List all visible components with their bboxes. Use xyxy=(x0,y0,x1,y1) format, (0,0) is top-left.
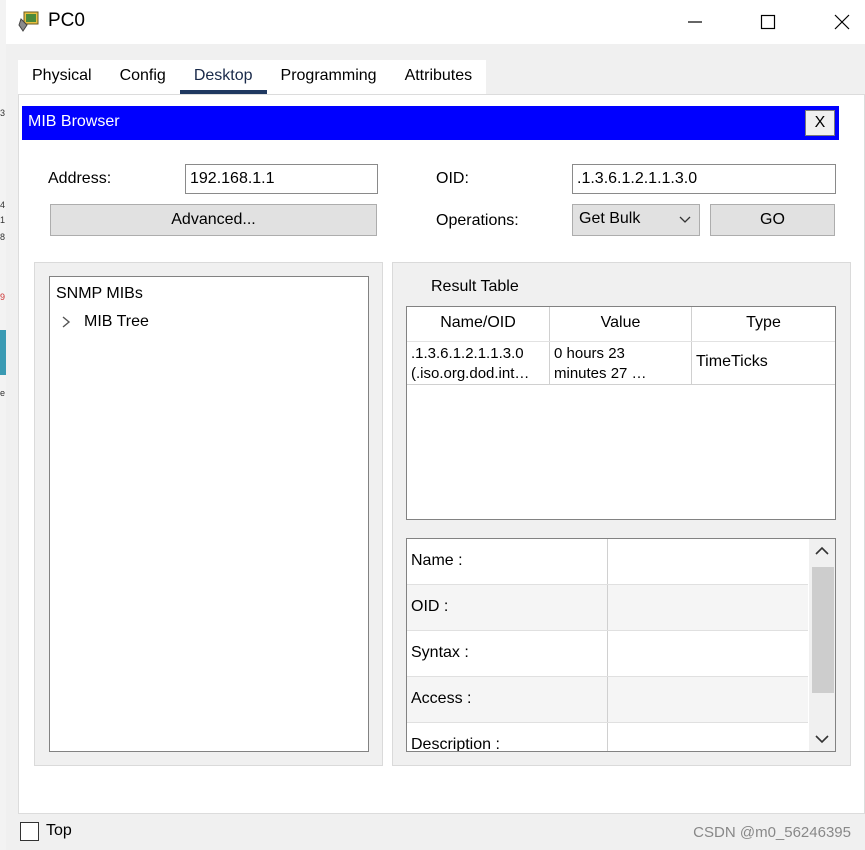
column-header-type[interactable]: Type xyxy=(692,307,835,341)
column-header-value[interactable]: Value xyxy=(550,307,692,341)
mib-browser-title: MIB Browser xyxy=(28,113,120,130)
tab-attributes[interactable]: Attributes xyxy=(391,60,487,94)
top-checkbox-label: Top xyxy=(46,822,72,839)
oid-input[interactable]: .1.3.6.1.2.1.1.3.0 xyxy=(572,164,836,194)
packet-tracer-pc-icon xyxy=(18,11,39,32)
result-table-header: Name/OID Value Type xyxy=(407,307,835,341)
title-bar: PC0 xyxy=(6,0,865,44)
close-icon xyxy=(834,14,850,30)
detail-row-name: Name : xyxy=(407,539,808,585)
window-title: PC0 xyxy=(48,10,85,31)
row-oid: .1.3.6.1.2.1.1.3.0 xyxy=(411,345,524,362)
oid-label: OID: xyxy=(436,170,469,187)
table-row[interactable]: .1.3.6.1.2.1.1.3.0 (.iso.org.dod.int… 0 … xyxy=(407,341,835,385)
detail-row-access: Access : xyxy=(407,677,808,723)
advanced-button[interactable]: Advanced... xyxy=(50,204,377,236)
device-window-content: Physical Config Desktop Programming Attr… xyxy=(6,44,865,850)
oid-details-table[interactable]: Name : OID : Syntax : Access : Descripti… xyxy=(406,538,836,752)
row-value: 0 hours 23 xyxy=(554,345,625,362)
scrollbar-thumb[interactable] xyxy=(812,567,834,693)
details-scrollbar[interactable] xyxy=(809,539,835,751)
detail-row-oid: OID : xyxy=(407,585,808,631)
go-button[interactable]: GO xyxy=(710,204,835,236)
row-type: TimeTicks xyxy=(696,353,768,370)
operations-select[interactable]: Get Bulk xyxy=(572,204,700,236)
chevron-right-icon[interactable] xyxy=(60,315,72,329)
maximize-button[interactable] xyxy=(745,4,791,40)
address-label: Address: xyxy=(48,170,112,187)
mib-tree-view[interactable]: SNMP MIBs MIB Tree xyxy=(49,276,369,752)
tab-physical[interactable]: Physical xyxy=(18,60,106,94)
maximize-icon xyxy=(760,14,776,30)
minimize-button[interactable] xyxy=(672,4,718,40)
tab-desktop[interactable]: Desktop xyxy=(179,60,267,94)
address-input[interactable]: 192.168.1.1 xyxy=(185,164,378,194)
mib-browser-header: MIB Browser X xyxy=(22,106,839,140)
detail-row-syntax: Syntax : xyxy=(407,631,808,677)
operations-selected-value: Get Bulk xyxy=(579,210,641,227)
row-value-cont: minutes 27 … xyxy=(554,365,647,382)
watermark: CSDN @m0_56246395 xyxy=(693,824,851,841)
scroll-up-icon[interactable] xyxy=(815,545,829,557)
result-table: Name/OID Value Type .1.3.6.1.2.1.1.3.0 (… xyxy=(406,306,836,520)
tab-programming[interactable]: Programming xyxy=(267,60,391,94)
scroll-down-icon[interactable] xyxy=(815,733,829,745)
tab-config[interactable]: Config xyxy=(106,60,180,94)
detail-row-description: Description : xyxy=(407,723,808,751)
top-checkbox[interactable] xyxy=(20,822,39,841)
result-table-label: Result Table xyxy=(431,278,519,295)
row-oid-name: (.iso.org.dod.int… xyxy=(411,365,530,382)
minimize-icon xyxy=(688,21,702,23)
operations-label: Operations: xyxy=(436,212,519,229)
chevron-down-icon xyxy=(679,216,691,223)
mib-browser-close-button[interactable]: X xyxy=(805,110,835,136)
tree-root-snmp-mibs[interactable]: SNMP MIBs xyxy=(56,285,143,303)
close-button[interactable] xyxy=(819,4,865,40)
column-header-name-oid[interactable]: Name/OID xyxy=(407,307,550,341)
tree-node-mib-tree[interactable]: MIB Tree xyxy=(84,313,149,331)
device-tab-bar: Physical Config Desktop Programming Attr… xyxy=(18,60,487,94)
